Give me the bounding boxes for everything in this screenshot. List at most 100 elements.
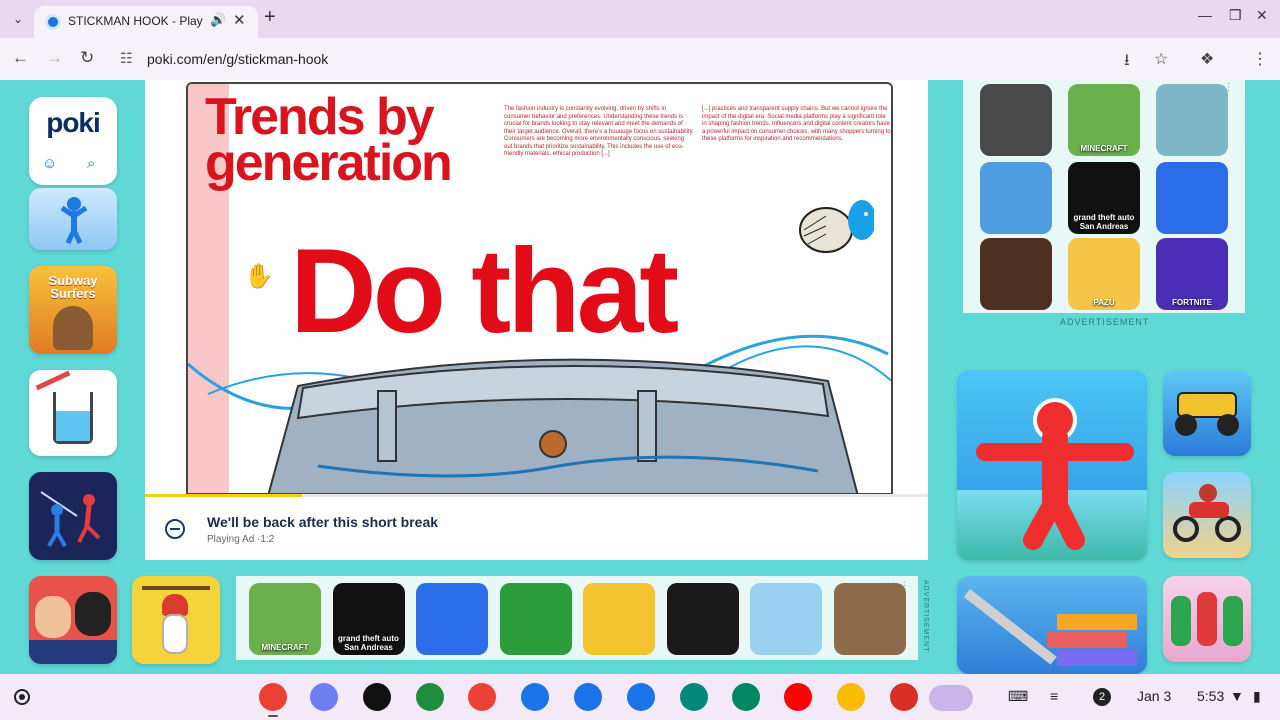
wifi-icon[interactable]: ▼ — [1230, 688, 1244, 704]
poki-logo[interactable]: poki — [29, 107, 117, 139]
browser-toolbar: ← → ↻ ☷ poki.com/en/g/stickman-hook ⭳ ☆ … — [0, 38, 1280, 80]
play-store-icon[interactable] — [732, 683, 760, 711]
magazine-column-1: The fashion industry is constantly evolv… — [504, 106, 694, 157]
photos-icon[interactable] — [837, 683, 865, 711]
video-ad-frame[interactable]: Trends by generation The fashion industr… — [186, 82, 893, 495]
maximize-window-button[interactable]: ❒ — [1229, 7, 1242, 24]
character-face-icon — [53, 306, 93, 350]
calendar-icon[interactable] — [521, 683, 549, 711]
motorbike-icon — [1189, 502, 1229, 518]
site-info-icon[interactable]: ☷ — [120, 50, 133, 67]
ad-break-title: We'll be back after this short break — [207, 514, 439, 530]
pencil-icon — [35, 370, 71, 391]
search-icon[interactable]: ⌕ — [87, 155, 95, 172]
ad-game-tile[interactable]: grand theft auto San Andreas — [1068, 162, 1140, 234]
game-tile-title: Subway Surfers — [48, 273, 98, 301]
chromeos-shelf: ⌨ ≡ 2 Jan 3 5:53 ▼ ▮ — [0, 674, 1280, 720]
screen-record-icon[interactable] — [890, 683, 918, 711]
ninja-face-icon — [75, 592, 111, 636]
advertisement-label: ADVERTISEMENT — [1060, 317, 1150, 327]
game-tile-hanging-boy[interactable] — [132, 576, 220, 664]
chrome-icon[interactable] — [259, 683, 287, 711]
files-icon[interactable] — [574, 683, 602, 711]
meet-icon[interactable] — [680, 683, 708, 711]
ad-game-tile[interactable] — [750, 583, 822, 655]
ad-game-tile-label: MINECRAFT — [261, 643, 309, 652]
game-frame[interactable]: Trends by generation The fashion industr… — [145, 80, 928, 560]
bookmark-star-icon[interactable]: ☆ — [1154, 49, 1168, 69]
ad-game-tile[interactable] — [980, 238, 1052, 310]
game-tile-moto-x3m[interactable] — [1163, 472, 1251, 558]
game-tile-subway-surfers[interactable]: Subway Surfers — [29, 266, 117, 354]
bottom-ad-strip[interactable]: ▷⋮ MINECRAFTgrand theft auto San Andreas — [236, 576, 918, 660]
apps-icon[interactable] — [416, 683, 444, 711]
ad-game-tile[interactable]: MINECRAFT — [249, 583, 321, 655]
user-icon[interactable]: ☺ — [42, 155, 57, 172]
game-tile-stickman-hook-featured[interactable] — [957, 370, 1147, 560]
ad-game-tile-label: FORTNITE — [1172, 298, 1212, 307]
clipboard-icon[interactable]: ≡ — [1050, 688, 1058, 704]
game-tile-happy-glass[interactable] — [29, 370, 117, 456]
game-tile-monster-truck[interactable] — [1163, 370, 1251, 456]
magazine-headline: Trends by generation — [205, 88, 453, 192]
date-label[interactable]: Jan 3 — [1137, 688, 1171, 704]
ad-game-tile[interactable]: MINECRAFT — [1068, 84, 1140, 156]
ad-game-tile-label: grand theft auto San Andreas — [338, 634, 399, 652]
ad-game-tile[interactable] — [499, 583, 572, 655]
ad-game-tile[interactable] — [980, 162, 1052, 234]
tab-strip: ⌄ STICKMAN HOOK - Play Online 🔊 ✕ + — ❒ … — [0, 0, 1280, 38]
new-tab-button[interactable]: + — [264, 6, 276, 29]
red-stickman-icon — [976, 398, 1134, 550]
notification-count[interactable]: 2 — [1093, 688, 1111, 706]
close-window-button[interactable]: ✕ — [1256, 7, 1268, 24]
ad-game-tile[interactable] — [1156, 162, 1228, 234]
messages-icon[interactable] — [627, 683, 655, 711]
tab-title: STICKMAN HOOK - Play Online — [68, 14, 204, 28]
jeans-illustration-icon — [267, 358, 859, 493]
poki-favicon-icon — [45, 14, 61, 30]
keyboard-icon[interactable]: ⌨ — [1008, 688, 1028, 705]
ad-game-tile[interactable]: FORTNITE — [1156, 238, 1228, 310]
holding-space-icon[interactable] — [929, 685, 973, 711]
ad-game-tile-label: PAZU — [1093, 298, 1115, 307]
launcher-icon[interactable] — [14, 689, 30, 705]
ad-game-tile[interactable]: grand theft auto San Andreas — [332, 583, 405, 655]
youtube-icon[interactable] — [784, 683, 812, 711]
extensions-icon[interactable]: ❖ — [1200, 49, 1214, 69]
game-tile-stick-fight[interactable] — [29, 472, 117, 560]
close-tab-icon[interactable]: ✕ — [233, 11, 246, 29]
game-tile-knife-stack[interactable] — [957, 576, 1147, 674]
game-tile-agent-ninja[interactable] — [29, 576, 117, 664]
minimize-window-button[interactable]: — — [1198, 7, 1212, 23]
battery-icon[interactable]: ▮ — [1253, 688, 1261, 705]
game-tile-christmas-friends[interactable] — [1163, 576, 1251, 662]
chrome-menu-icon[interactable]: ⋮ — [1252, 49, 1268, 69]
magazine-column-2: [...] practices and transparent supply c… — [702, 106, 891, 142]
back-button[interactable]: ← — [12, 48, 29, 68]
ad-game-tile[interactable]: PAZU — [1068, 238, 1140, 310]
reload-button[interactable]: ↻ — [80, 48, 94, 68]
audible-icon[interactable] — [363, 683, 391, 711]
ad-break-banner: We'll be back after this short break Pla… — [145, 497, 928, 560]
ad-game-tile[interactable] — [980, 84, 1052, 156]
clock-time[interactable]: 5:53 — [1197, 688, 1224, 704]
ad-game-tile[interactable] — [583, 583, 655, 655]
forward-button[interactable]: → — [46, 48, 63, 68]
poki-logo-card[interactable]: poki ☺ ⌕ — [29, 97, 117, 185]
poki-loader-icon — [165, 519, 185, 539]
audio-playing-icon[interactable]: 🔊 — [210, 12, 226, 28]
ad-game-tile[interactable] — [416, 583, 488, 655]
gmail-icon[interactable] — [468, 683, 496, 711]
butterfly-icon — [799, 200, 874, 253]
ad-game-tile[interactable] — [833, 583, 906, 655]
browser-tab[interactable]: STICKMAN HOOK - Play Online 🔊 ✕ — [34, 6, 258, 38]
game-tile-stickman[interactable] — [29, 188, 117, 250]
knife-icon — [963, 589, 1057, 665]
tab-search-icon[interactable]: ⌄ — [8, 9, 28, 29]
ad-game-tile-label: MINECRAFT — [1080, 144, 1128, 153]
ad-game-tile[interactable] — [1156, 84, 1228, 156]
ad-game-tile[interactable] — [666, 583, 739, 655]
gemini-icon[interactable] — [310, 683, 338, 711]
address-bar[interactable]: poki.com/en/g/stickman-hook — [147, 51, 328, 67]
install-app-icon[interactable]: ⭳ — [1124, 49, 1130, 76]
